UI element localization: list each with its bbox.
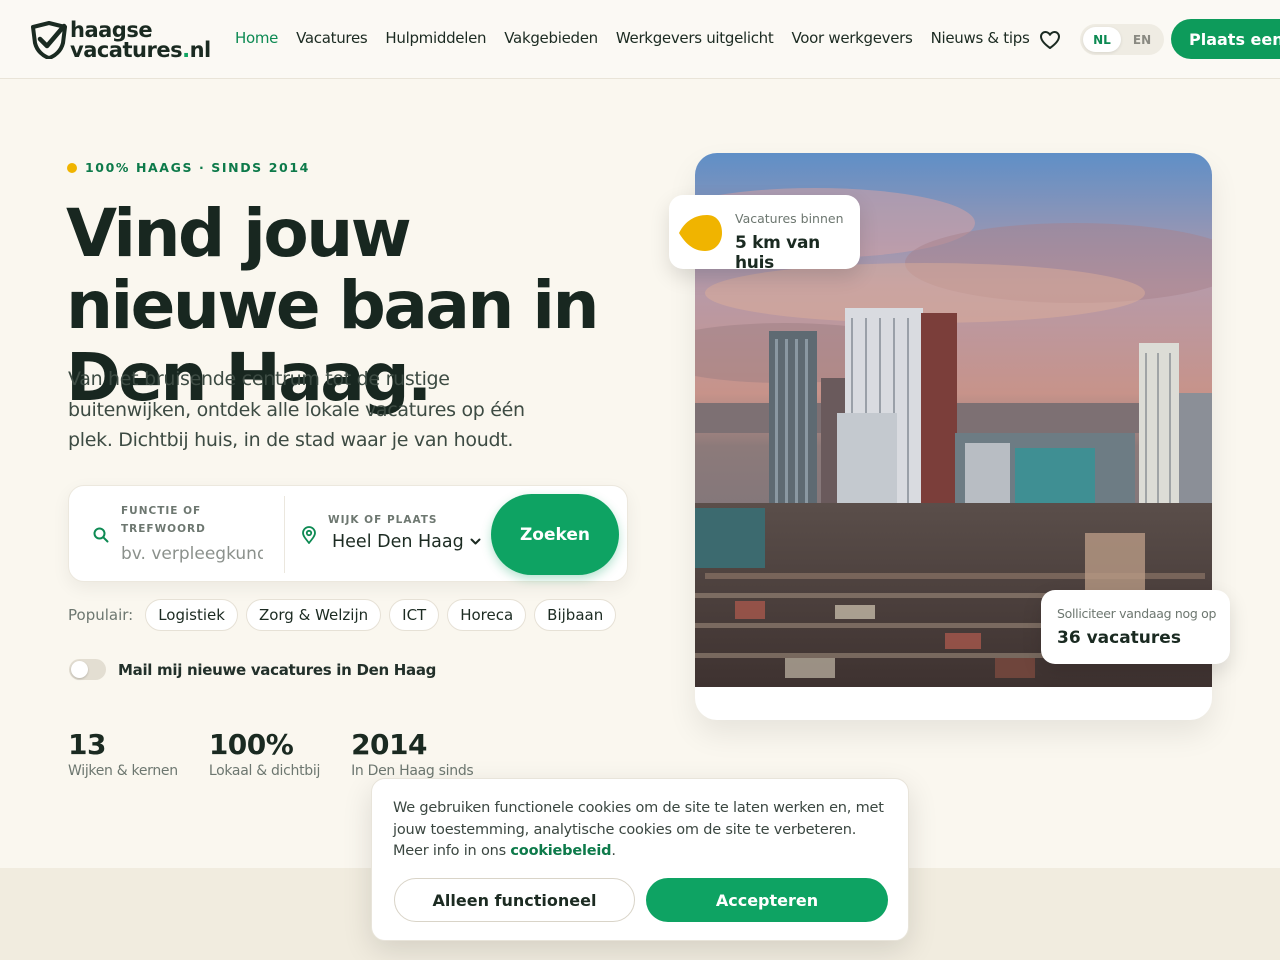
nav-vacatures[interactable]: Vacatures <box>296 29 368 47</box>
hero-eyebrow: 100% HAAGS · SINDS 2014 <box>67 160 310 175</box>
logo-dot: . <box>182 38 190 62</box>
stat-label: In Den Haag sinds <box>351 763 474 779</box>
vacancy-count-value: 36 vacatures <box>1057 628 1181 648</box>
distance-badge-value: 5 km van huis <box>735 233 820 273</box>
location-select[interactable]: Heel Den Haag <box>332 532 481 552</box>
toggle-knob <box>71 661 88 678</box>
job-search-form: FUNCTIE OF TREFWOORD WIJK OF PLAATS Heel… <box>68 485 628 582</box>
accept-cookies-button[interactable]: Accepteren <box>646 878 888 922</box>
nav-home[interactable]: Home <box>235 29 278 47</box>
logo-tld: nl <box>189 38 212 62</box>
stat-value: 100% <box>208 728 294 761</box>
chip-horeca[interactable]: Horeca <box>447 599 527 631</box>
logo-word: vacatures <box>70 38 183 62</box>
lang-nl-button[interactable]: NL <box>1083 27 1121 52</box>
map-pin-icon <box>302 526 316 544</box>
chip-bijbaan[interactable]: Bijbaan <box>534 599 617 631</box>
post-vacancy-button[interactable]: Plaats een vacature <box>1171 19 1280 59</box>
logo-line2: vacatures.nl <box>70 40 211 61</box>
hero-stats: 13 Wijken & kernen 100% Lokaal & dichtbi… <box>68 728 474 779</box>
logo-wordmark: haagse vacatures.nl <box>70 20 211 61</box>
eyebrow-dot <box>67 162 77 173</box>
eyebrow-text: 100% HAAGS · SINDS 2014 <box>85 160 310 175</box>
cookie-period: . <box>611 843 616 859</box>
functional-only-button[interactable]: Alleen functioneel <box>394 878 635 922</box>
location-value: Heel Den Haag <box>332 532 464 552</box>
stat-item: 13 Wijken & kernen <box>68 728 178 779</box>
chip-zorg-welzijn[interactable]: Zorg & Welzijn <box>245 599 382 631</box>
chevron-down-icon <box>470 538 481 545</box>
vacancy-count-badge: Solliciteer vandaag nog op 36 vacatures <box>1041 590 1230 664</box>
nav-voor-werkgevers[interactable]: Voor werkgevers <box>791 29 912 47</box>
language-switch: NL EN <box>1080 24 1164 55</box>
main-nav: Home Vacatures Hulpmiddelen Vakgebieden … <box>235 29 1030 47</box>
hero-subtitle: Van het bruisende centrum tot de rustige… <box>68 368 525 451</box>
stat-label: Lokaal & dichtbij <box>208 763 321 779</box>
search-icon <box>93 527 109 543</box>
chip-ict[interactable]: ICT <box>389 599 440 631</box>
stat-item: 2014 In Den Haag sinds <box>351 728 474 779</box>
popular-categories: Populair: Logistiek Zorg & Welzijn ICT H… <box>68 599 617 631</box>
stat-value: 2014 <box>351 728 428 761</box>
logo-line1: haagse <box>70 18 153 42</box>
location-label: WIJK OF PLAATS <box>328 514 438 526</box>
cookie-text: We gebruiken functionele cookies om de s… <box>393 798 888 863</box>
shield-check-logo-icon <box>31 21 67 59</box>
heart-icon[interactable] <box>1038 28 1062 52</box>
nav-vakgebieden[interactable]: Vakgebieden <box>504 29 598 47</box>
leaf-blob-icon <box>679 215 722 251</box>
cookie-banner: We gebruiken functionele cookies om de s… <box>371 778 909 941</box>
nav-hulpmiddelen[interactable]: Hulpmiddelen <box>385 29 486 47</box>
stat-label: Wijken & kernen <box>68 763 178 779</box>
distance-badge-label: Vacatures binnen <box>735 211 844 226</box>
logo[interactable]: haagse vacatures.nl <box>30 20 215 62</box>
chip-logistiek[interactable]: Logistiek <box>145 599 238 631</box>
search-divider <box>284 496 285 573</box>
job-alert-row: Mail mij nieuwe vacatures in Den Haag <box>69 659 436 680</box>
job-alert-label: Mail mij nieuwe vacatures in Den Haag <box>118 660 437 679</box>
lang-en-button[interactable]: EN <box>1123 27 1161 52</box>
cookie-message: We gebruiken functionele cookies om de s… <box>393 800 884 859</box>
keyword-label: FUNCTIE OF TREFWOORD <box>121 505 206 535</box>
popular-label: Populair: <box>68 606 134 624</box>
stat-value: 13 <box>68 728 106 761</box>
keyword-input[interactable] <box>121 542 263 566</box>
cookie-policy-link[interactable]: cookiebeleid <box>510 843 611 859</box>
search-button[interactable]: Zoeken <box>491 494 619 575</box>
vacancy-count-label: Solliciteer vandaag nog op <box>1057 606 1217 621</box>
nav-werkgevers-uitgelicht[interactable]: Werkgevers uitgelicht <box>616 29 774 47</box>
stat-item: 100% Lokaal & dichtbij <box>208 728 321 779</box>
site-header: haagse vacatures.nl Home Vacatures Hulpm… <box>0 0 1280 79</box>
job-alert-toggle[interactable] <box>69 659 106 680</box>
nav-nieuws-tips[interactable]: Nieuws & tips <box>931 29 1030 47</box>
distance-badge: Vacatures binnen 5 km van huis <box>669 195 860 273</box>
